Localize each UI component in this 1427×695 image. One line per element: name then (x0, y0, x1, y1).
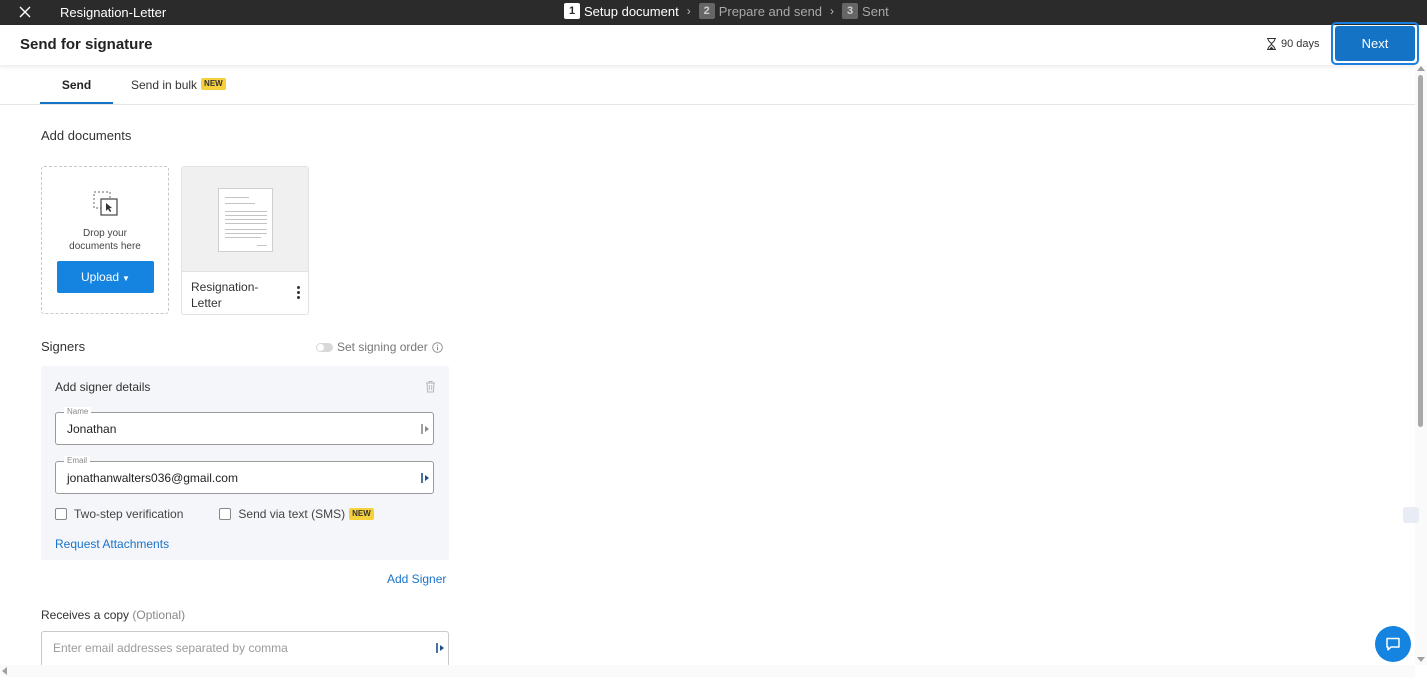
top-bar: Resignation-Letter 1 Setup document › 2 … (0, 0, 1427, 25)
scroll-down-icon[interactable] (1417, 657, 1425, 662)
document-card[interactable]: Resignation-Letter (181, 166, 309, 315)
signer-card: Add signer details Name Jonathan Email j… (41, 366, 449, 560)
document-page-icon (218, 188, 273, 252)
send-mode-tabs: Send Send in bulk NEW (40, 78, 226, 104)
tab-send[interactable]: Send (40, 78, 113, 104)
step-setup-document: 1 Setup document (564, 3, 679, 19)
cc-email-input[interactable] (53, 641, 423, 655)
chevron-right-icon: › (686, 4, 691, 18)
page-title: Send for signature (20, 36, 153, 53)
step-label: Sent (862, 3, 889, 19)
new-badge: NEW (349, 508, 374, 520)
horizontal-scrollbar[interactable] (0, 665, 1415, 677)
request-attachments-link[interactable]: Request Attachments (55, 537, 169, 551)
receives-copy-heading: Receives a copy (Optional) (41, 608, 185, 622)
optional-label: (Optional) (132, 608, 186, 622)
signer-options: Two-step verification Send via text (SMS… (55, 507, 374, 521)
contacts-icon[interactable] (421, 472, 430, 484)
email-field-label: Email (64, 456, 91, 466)
add-signer-link[interactable]: Add Signer (387, 572, 446, 586)
two-step-verification-label: Two-step verification (74, 507, 184, 521)
close-icon[interactable] (16, 3, 34, 21)
two-step-verification-checkbox[interactable] (55, 508, 67, 520)
document-thumbnail (182, 167, 308, 272)
info-icon[interactable] (431, 341, 443, 353)
upload-button[interactable]: Upload ▼ (57, 261, 154, 293)
chat-icon (1386, 637, 1400, 651)
signing-order-label: Set signing order (337, 340, 428, 354)
next-button-focus-ring: Next (1331, 22, 1419, 65)
upload-label: Upload (81, 270, 120, 284)
expiry-indicator[interactable]: 90 days (1266, 38, 1320, 50)
email-field-value: jonathanwalters036@gmail.com (67, 471, 238, 485)
new-badge: NEW (201, 78, 226, 90)
contacts-icon[interactable] (436, 642, 445, 654)
document-name: Resignation-Letter (191, 280, 259, 310)
step-sent: 3 Sent (842, 3, 889, 19)
name-field-value: Jonathan (67, 422, 117, 436)
drop-file-icon (93, 191, 118, 216)
tab-bulk-label: Send in bulk (131, 78, 198, 92)
drop-documents-text: Drop your documents here (69, 228, 141, 252)
send-via-sms-checkbox[interactable] (219, 508, 232, 520)
hourglass-icon (1267, 38, 1276, 50)
step-label: Setup document (584, 3, 679, 19)
tab-send-label: Send (61, 78, 92, 92)
signer-card-title: Add signer details (55, 380, 151, 394)
scroll-up-icon[interactable] (1417, 66, 1425, 71)
document-title: Resignation-Letter (60, 5, 167, 20)
tab-send-in-bulk[interactable]: Send in bulk NEW (131, 78, 226, 104)
progress-steps: 1 Setup document › 2 Prepare and send › … (564, 3, 889, 19)
signer-name-field[interactable]: Name Jonathan (55, 407, 434, 445)
step-prepare-and-send: 2 Prepare and send (698, 3, 823, 19)
step-label: Prepare and send (718, 3, 823, 19)
two-step-verification-option[interactable]: Two-step verification (55, 507, 183, 521)
scroll-left-icon[interactable] (2, 667, 7, 675)
chat-button[interactable] (1375, 626, 1411, 662)
more-options-icon[interactable] (292, 285, 304, 303)
signing-order-toggle[interactable] (316, 342, 333, 352)
receives-copy-label: Receives a copy (41, 608, 130, 622)
expiry-label: 90 days (1281, 38, 1320, 50)
document-dropzone[interactable]: Drop your documents here Upload ▼ (41, 166, 169, 314)
vertical-scrollbar[interactable] (1415, 65, 1427, 665)
extension-icon[interactable] (1403, 507, 1419, 523)
divider (0, 104, 1415, 105)
step-number: 1 (564, 3, 580, 19)
step-number: 2 (698, 3, 715, 19)
signing-order-control: Set signing order (316, 340, 443, 354)
caret-down-icon: ▼ (122, 274, 130, 283)
send-via-sms-label: Send via text (SMS) (238, 507, 346, 521)
chevron-right-icon: › (830, 4, 835, 18)
contacts-icon[interactable] (421, 423, 430, 435)
trash-icon[interactable] (425, 380, 436, 393)
step-number: 3 (842, 3, 859, 19)
signers-heading: Signers (41, 339, 86, 354)
name-field-label: Name (64, 407, 92, 417)
add-documents-heading: Add documents (41, 128, 132, 143)
send-via-sms-option[interactable]: Send via text (SMS) NEW (219, 507, 374, 521)
page-header: Send for signature 90 days Next (0, 22, 1427, 65)
next-button[interactable]: Next (1335, 26, 1415, 61)
scrollbar-thumb[interactable] (1418, 75, 1423, 427)
signer-email-field[interactable]: Email jonathanwalters036@gmail.com (55, 456, 434, 494)
